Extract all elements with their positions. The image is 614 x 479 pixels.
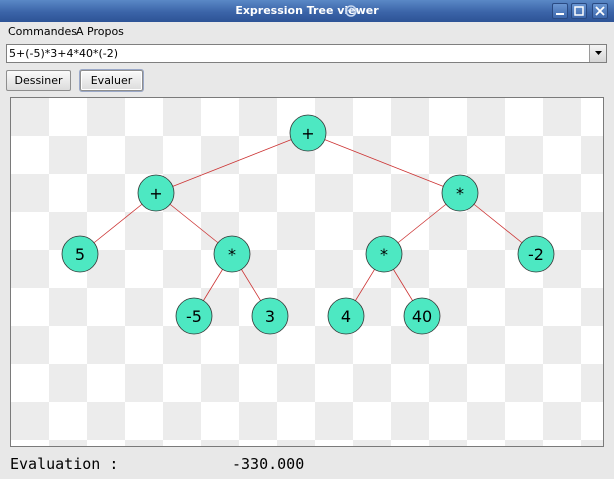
- tree-diagram: + + * 5 * * -2 -5 3 4 40: [11, 98, 603, 446]
- draw-button[interactable]: Dessiner: [6, 70, 71, 91]
- tree-node: *: [441, 174, 479, 212]
- menu-commandes[interactable]: Commandes: [8, 25, 77, 38]
- tree-node: +: [289, 114, 327, 152]
- menu-a-propos[interactable]: A Propos: [76, 25, 124, 38]
- tree-node: +: [137, 174, 175, 212]
- expression-input[interactable]: 5+(-5)*3+4*40*(-2): [9, 47, 118, 60]
- close-button[interactable]: [592, 3, 608, 19]
- tree-node: -5: [175, 297, 213, 335]
- tree-node-label: 3: [265, 307, 275, 326]
- tree-node-label: 40: [412, 307, 432, 326]
- tree-node-label: 5: [75, 245, 85, 264]
- tree-node-label: -2: [528, 245, 544, 264]
- menu-bar: Commandes A Propos: [0, 22, 614, 42]
- expression-combo[interactable]: 5+(-5)*3+4*40*(-2): [6, 44, 607, 63]
- tree-node-label: +: [149, 184, 162, 203]
- title-bar: Expression Tree viewer: [0, 0, 614, 22]
- combo-dropdown-button[interactable]: [589, 45, 606, 62]
- tree-node-label: *: [456, 184, 464, 203]
- tree-node: *: [213, 235, 251, 273]
- window-title: Expression Tree viewer: [235, 4, 379, 17]
- tree-node: 5: [61, 235, 99, 273]
- tree-node-label: *: [228, 245, 236, 264]
- tree-node-label: 4: [341, 307, 351, 326]
- tree-node-label: -5: [186, 307, 202, 326]
- evaluate-button[interactable]: Evaluer: [80, 70, 143, 91]
- tree-node: 40: [403, 297, 441, 335]
- tree-node-label: *: [380, 245, 388, 264]
- close-icon: [595, 6, 605, 16]
- maximize-button[interactable]: [571, 3, 587, 19]
- tree-node: 4: [327, 297, 365, 335]
- evaluation-value: -330.000: [232, 455, 305, 473]
- tree-canvas: + + * 5 * * -2 -5 3 4 40: [10, 97, 604, 447]
- chevron-down-icon: [595, 51, 602, 55]
- maximize-icon: [574, 6, 584, 16]
- minimize-button[interactable]: [552, 3, 568, 19]
- tree-node: -2: [517, 235, 555, 273]
- app-icon: [345, 5, 357, 17]
- minimize-icon: [556, 13, 564, 15]
- tree-node-label: +: [301, 124, 314, 143]
- tree-node: *: [365, 235, 403, 273]
- tree-node: 3: [251, 297, 289, 335]
- evaluation-label: Evaluation :: [10, 455, 119, 473]
